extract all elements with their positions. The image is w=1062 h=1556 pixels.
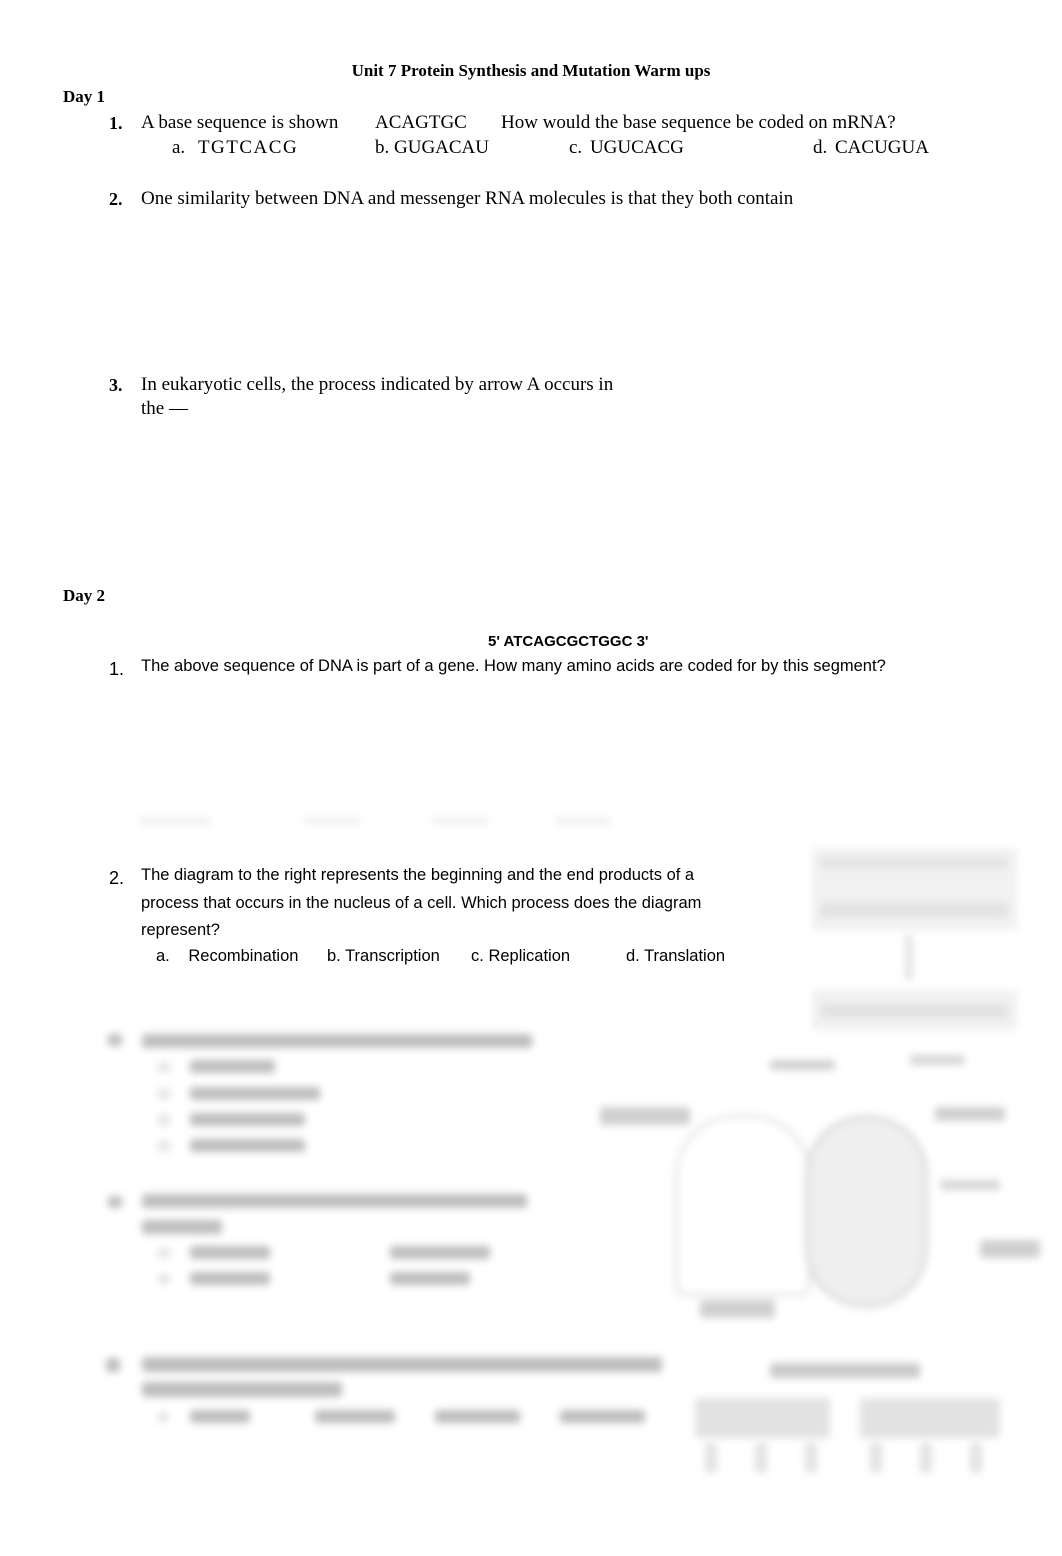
blurred-answer-line <box>433 818 488 824</box>
blurred-question <box>100 1352 670 1432</box>
option-text: GUGACAU <box>394 137 489 158</box>
blurred-codon-table <box>690 1358 1005 1478</box>
option-letter: a. <box>172 137 186 158</box>
question-number: 2. <box>109 189 123 209</box>
option-letter: c. <box>471 947 484 965</box>
option-d: d. Translation <box>626 947 725 966</box>
option-c: c. Replication <box>471 947 570 966</box>
blurred-dna-diagram-top <box>812 848 1017 930</box>
option-text: Translation <box>644 947 726 965</box>
option-letter: a. <box>156 947 170 965</box>
option-d: d. CACUGUA <box>813 137 929 159</box>
question-number: 2. <box>109 868 125 888</box>
blurred-answer-line <box>140 818 210 824</box>
day1-heading: Day 1 <box>63 87 106 106</box>
blurred-arrow <box>905 935 913 980</box>
option-c: c. UGUCACG <box>569 137 684 159</box>
question-number: 3. <box>109 375 123 395</box>
question-prompt: How would the base sequence be coded on … <box>501 112 896 133</box>
question-text: One similarity between DNA and messenger… <box>141 188 794 209</box>
blurred-question <box>100 1188 540 1293</box>
option-a: a. Recombination <box>156 947 298 966</box>
question-text-line2: the — <box>141 398 188 419</box>
option-letter: b. <box>327 947 341 965</box>
option-b: b. Transcription <box>327 947 440 966</box>
option-letter: c. <box>569 137 583 158</box>
dna-sequence: 5' ATCAGCGCTGGC 3' <box>488 633 649 650</box>
option-a: a. TGTCACG <box>172 137 298 159</box>
question-text-line3: represent? <box>141 921 220 939</box>
option-text: Replication <box>488 947 571 965</box>
blurred-answer-line <box>305 818 360 824</box>
blurred-answer-line <box>555 818 610 824</box>
blurred-dna-diagram-bottom <box>812 990 1017 1030</box>
option-letter: d. <box>813 137 828 158</box>
option-text: CACUGUA <box>835 137 929 158</box>
blurred-question <box>100 1030 540 1160</box>
question-text: A base sequence is shown <box>141 112 339 133</box>
question-number: 1. <box>109 659 125 679</box>
question-number: 1. <box>109 113 123 133</box>
option-text: Recombination <box>188 947 299 965</box>
option-b: b. GUGACAU <box>375 137 489 159</box>
option-letter: d. <box>626 947 640 965</box>
question-text-line2: process that occurs in the nucleus of a … <box>141 894 702 912</box>
base-sequence: ACAGTGC <box>375 112 467 133</box>
question-text-line1: In eukaryotic cells, the process indicat… <box>141 374 614 395</box>
day2-heading: Day 2 <box>63 586 106 605</box>
blurred-cell-diagram <box>595 1045 1045 1335</box>
question-text-line1: The diagram to the right represents the … <box>141 866 695 884</box>
question-text: The above sequence of DNA is part of a g… <box>141 657 886 675</box>
option-letter: b. <box>375 137 390 158</box>
document-title: Unit 7 Protein Synthesis and Mutation Wa… <box>351 61 711 80</box>
option-text: Transcription <box>345 947 440 965</box>
option-text: UGUCACG <box>589 137 684 158</box>
option-text: TGTCACG <box>197 137 299 158</box>
